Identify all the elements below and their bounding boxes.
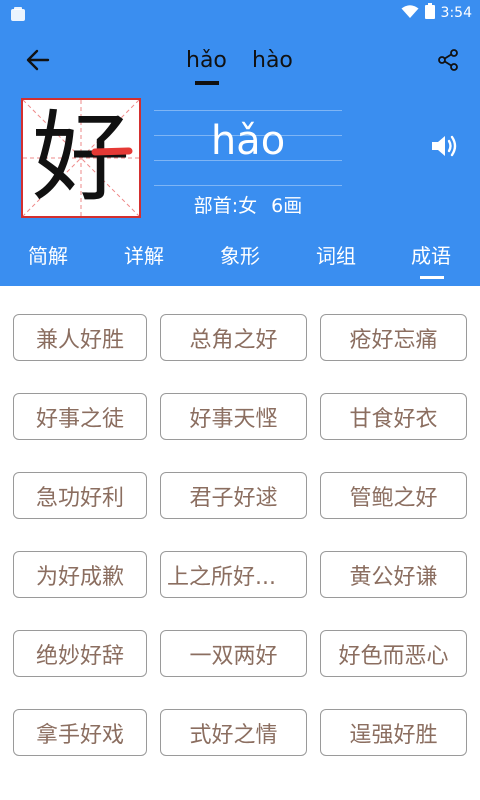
speaker-button[interactable] bbox=[426, 130, 462, 166]
tab-idioms[interactable]: 成语 bbox=[411, 240, 451, 269]
pronunciation-tab-hao4[interactable]: hào bbox=[252, 48, 293, 73]
stroke-count: 6画 bbox=[271, 195, 303, 217]
sim-icon bbox=[10, 6, 26, 21]
tab-brief[interactable]: 简解 bbox=[28, 240, 68, 269]
tab-indicator bbox=[420, 276, 444, 279]
idiom-chip[interactable]: 好事之徒 bbox=[13, 393, 147, 440]
idiom-chip[interactable]: 绝妙好辞 bbox=[13, 630, 147, 677]
idiom-chip[interactable]: 总角之好 bbox=[160, 314, 307, 361]
share-button[interactable] bbox=[432, 46, 464, 78]
tab-phrases[interactable]: 词组 bbox=[316, 240, 356, 269]
idiom-chip[interactable]: 一双两好 bbox=[160, 630, 307, 677]
app-screen: 3:54 hǎo hào 好 hǎo 部首:女 6画 简解 详解 象形 词组 成… bbox=[0, 0, 480, 800]
idiom-chip[interactable]: 逞强好胜 bbox=[320, 709, 467, 756]
idiom-chip[interactable]: 上之所好... bbox=[160, 551, 307, 598]
status-right: 3:54 bbox=[401, 3, 472, 23]
idiom-chip[interactable]: 黄公好谦 bbox=[320, 551, 467, 598]
idiom-chip[interactable]: 为好成歉 bbox=[13, 551, 147, 598]
arrow-left-icon bbox=[25, 47, 51, 77]
share-icon bbox=[436, 48, 460, 76]
idiom-chip[interactable]: 君子好逑 bbox=[160, 472, 307, 519]
idiom-grid: 兼人好胜 总角之好 疮好忘痛 好事之徒 好事天悭 甘食好衣 急功好利 君子好逑 … bbox=[13, 314, 468, 756]
idiom-chip[interactable]: 兼人好胜 bbox=[13, 314, 147, 361]
back-button[interactable] bbox=[22, 46, 54, 78]
idiom-chip[interactable]: 甘食好衣 bbox=[320, 393, 467, 440]
wifi-icon bbox=[401, 4, 419, 23]
tab-pictograph[interactable]: 象形 bbox=[220, 240, 260, 269]
radical-info: 部首:女 6画 bbox=[154, 191, 342, 218]
speaker-icon bbox=[429, 131, 459, 165]
idiom-chip[interactable]: 管鲍之好 bbox=[320, 472, 467, 519]
idiom-chip[interactable]: 好色而恶心 bbox=[320, 630, 467, 677]
idiom-chip[interactable]: 拿手好戏 bbox=[13, 709, 147, 756]
header: 3:54 hǎo hào 好 hǎo 部首:女 6画 简解 详解 象形 词组 成… bbox=[0, 0, 480, 286]
idiom-chip[interactable]: 急功好利 bbox=[13, 472, 147, 519]
battery-icon bbox=[424, 3, 435, 23]
pinyin-display: hǎo bbox=[210, 118, 286, 164]
pronunciation-tab-indicator bbox=[195, 81, 219, 85]
tab-detailed[interactable]: 详解 bbox=[124, 240, 164, 269]
radical-label: 部首:女 bbox=[193, 195, 258, 217]
idiom-chip[interactable]: 式好之情 bbox=[160, 709, 307, 756]
idiom-chip[interactable]: 好事天悭 bbox=[160, 393, 307, 440]
section-tabs: 简解 详解 象形 词组 成语 bbox=[0, 236, 480, 286]
status-time: 3:54 bbox=[440, 5, 472, 21]
status-bar: 3:54 bbox=[0, 0, 480, 26]
idiom-chip[interactable]: 疮好忘痛 bbox=[320, 314, 467, 361]
stroke-highlight bbox=[91, 147, 133, 156]
character-stroke-box[interactable]: 好 bbox=[21, 98, 141, 218]
pronunciation-tab-hao3[interactable]: hǎo bbox=[186, 48, 227, 73]
